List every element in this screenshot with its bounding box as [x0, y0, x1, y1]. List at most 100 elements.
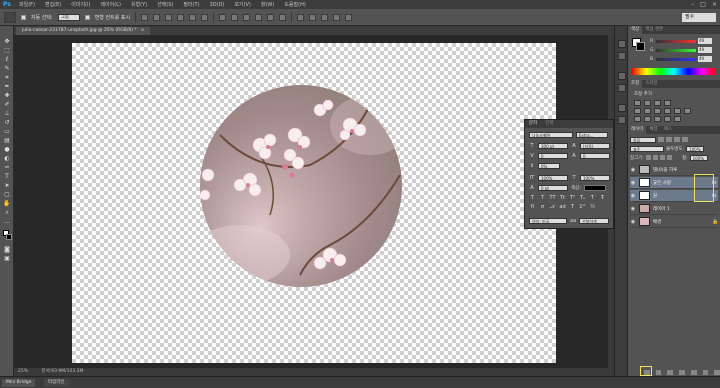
align-center-icon[interactable] — [189, 13, 197, 21]
gradient-tool-icon[interactable]: ▤ — [3, 137, 11, 144]
history-brush-tool-icon[interactable]: ↺ — [3, 119, 11, 126]
visibility-eye-icon[interactable]: ◉ — [630, 193, 636, 199]
posterize-adjust-icon[interactable] — [644, 116, 651, 122]
visibility-eye-icon[interactable]: ◉ — [630, 219, 636, 225]
stylistic-icon[interactable]: ad — [559, 204, 566, 211]
adjustment-layer-icon[interactable] — [679, 370, 685, 375]
delete-layer-icon[interactable] — [714, 370, 720, 375]
opacity-field[interactable]: 100% — [686, 145, 705, 152]
lock-transparent-icon[interactable] — [645, 155, 651, 160]
color-balance-adjust-icon[interactable] — [654, 108, 661, 114]
language-select[interactable]: 영어: 미국 — [529, 217, 567, 224]
eyedropper-tool-icon[interactable]: ✒ — [3, 83, 11, 90]
faux-bold-icon[interactable]: T — [529, 195, 536, 202]
layer-filter-select[interactable]: 종류 — [630, 136, 656, 143]
black-white-adjust-icon[interactable] — [664, 108, 671, 114]
lock-image-icon[interactable] — [652, 155, 658, 160]
character-panel-icon[interactable] — [618, 104, 626, 112]
layer-mask-icon[interactable] — [667, 370, 674, 375]
align-right-icon[interactable] — [201, 13, 209, 21]
vertical-scale-field[interactable]: 100% — [538, 174, 568, 181]
threshold-adjust-icon[interactable] — [654, 116, 661, 122]
horizontal-scale-field[interactable]: 100% — [580, 174, 610, 181]
move-tool-preset-icon[interactable] — [4, 11, 16, 23]
faux-italic-icon[interactable]: T — [539, 195, 546, 202]
visibility-eye-icon[interactable]: ◉ — [630, 167, 636, 173]
fractions-icon[interactable]: ½ — [589, 204, 596, 211]
green-value[interactable]: 49 — [698, 47, 712, 53]
history-panel-icon[interactable] — [618, 40, 626, 48]
tab-paths[interactable]: 패스 — [661, 126, 675, 134]
tab-channels[interactable]: 채널 — [646, 126, 660, 134]
3d-scale-icon[interactable] — [345, 13, 353, 21]
transform-controls-checkbox[interactable] — [84, 14, 90, 20]
color-spectrum[interactable] — [632, 68, 716, 75]
menu-view[interactable]: 보기(V) — [229, 1, 256, 8]
filter-pixel-icon[interactable] — [658, 137, 664, 142]
shape-tool-icon[interactable]: ▢ — [3, 191, 11, 198]
font-family-select[interactable]: 나눔스퀘어 — [529, 131, 573, 138]
hue-saturation-adjust-icon[interactable] — [644, 108, 651, 114]
distribute-left-icon[interactable] — [255, 13, 263, 21]
3d-pan-icon[interactable] — [321, 13, 329, 21]
green-slider[interactable] — [656, 48, 696, 52]
blue-slider[interactable] — [656, 57, 696, 61]
marquee-tool-icon[interactable]: ⬚ — [3, 47, 11, 54]
text-color-swatch[interactable] — [583, 184, 606, 191]
align-left-icon[interactable] — [177, 13, 185, 21]
red-slider[interactable] — [656, 39, 696, 43]
distribute-middle-icon[interactable] — [231, 13, 239, 21]
channel-mixer-adjust-icon[interactable] — [684, 108, 691, 114]
move-tool-icon[interactable]: ✥ — [3, 38, 11, 45]
strikethrough-icon[interactable]: Ŧ — [599, 195, 606, 202]
filter-adjust-icon[interactable] — [666, 137, 672, 142]
invert-adjust-icon[interactable] — [634, 116, 641, 122]
menu-edit[interactable]: 편집(E) — [40, 1, 66, 8]
swash-icon[interactable]: 𝒜 — [549, 204, 556, 211]
close-tab-icon[interactable]: × — [141, 28, 145, 33]
quick-mask-icon[interactable]: ◙ — [3, 246, 11, 253]
align-bottom-icon[interactable] — [165, 13, 173, 21]
new-layer-icon[interactable] — [702, 370, 709, 375]
background-color-swatch[interactable] — [636, 42, 645, 51]
tab-color[interactable]: 색상 — [628, 26, 643, 34]
document-canvas[interactable] — [72, 43, 556, 363]
menu-image[interactable]: 이미지(I) — [66, 1, 95, 8]
tab-paragraph[interactable]: 단락 — [541, 120, 557, 128]
workspace-switcher[interactable]: 필수 — [682, 13, 716, 22]
zoom-tool-icon[interactable]: ⌕ — [3, 209, 11, 216]
curves-adjust-icon[interactable] — [654, 100, 661, 106]
menu-help[interactable]: 도움말(H) — [279, 1, 310, 8]
tsume-field[interactable]: 0% — [538, 162, 560, 169]
align-middle-icon[interactable] — [153, 13, 161, 21]
pen-tool-icon[interactable]: ✑ — [3, 164, 11, 171]
hand-tool-icon[interactable]: ✋ — [3, 200, 11, 207]
underline-icon[interactable]: T — [589, 195, 596, 202]
visibility-eye-icon[interactable]: ◉ — [630, 206, 636, 212]
superscript-icon[interactable]: T¹ — [569, 195, 576, 202]
tab-character[interactable]: 문자 — [525, 120, 541, 128]
align-top-icon[interactable] — [141, 13, 149, 21]
ordinals-icon[interactable]: 1ˢᵗ — [579, 204, 586, 211]
close-icon[interactable]: × — [712, 1, 717, 8]
maximize-icon[interactable]: □ — [700, 1, 706, 8]
dodge-tool-icon[interactable]: ◐ — [3, 155, 11, 162]
distribute-bottom-icon[interactable] — [243, 13, 251, 21]
lock-position-icon[interactable] — [659, 155, 665, 160]
screen-mode-icon[interactable]: ▣ — [3, 255, 11, 262]
brightness-adjust-icon[interactable] — [634, 100, 641, 106]
document-tab[interactable]: julia-caesar-231787-unsplash.jpg @ 25% (… — [16, 27, 151, 35]
clone-stamp-tool-icon[interactable]: ⊥ — [3, 110, 11, 117]
minimize-icon[interactable]: – — [691, 1, 694, 8]
3d-rotate-icon[interactable] — [297, 13, 305, 21]
3d-slide-icon[interactable] — [333, 13, 341, 21]
healing-tool-icon[interactable]: ✚ — [3, 92, 11, 99]
subscript-icon[interactable]: T₁ — [579, 195, 586, 202]
old-style-icon[interactable]: σ — [539, 204, 546, 211]
brush-tool-icon[interactable]: ✐ — [3, 101, 11, 108]
menu-filter[interactable]: 필터(T) — [178, 1, 204, 8]
tab-swatches[interactable]: 색상 견본 — [642, 26, 666, 34]
kerning-field[interactable]: 0 — [538, 152, 568, 159]
auto-select-checkbox[interactable] — [21, 14, 26, 20]
background-color-swatch[interactable] — [6, 234, 12, 240]
